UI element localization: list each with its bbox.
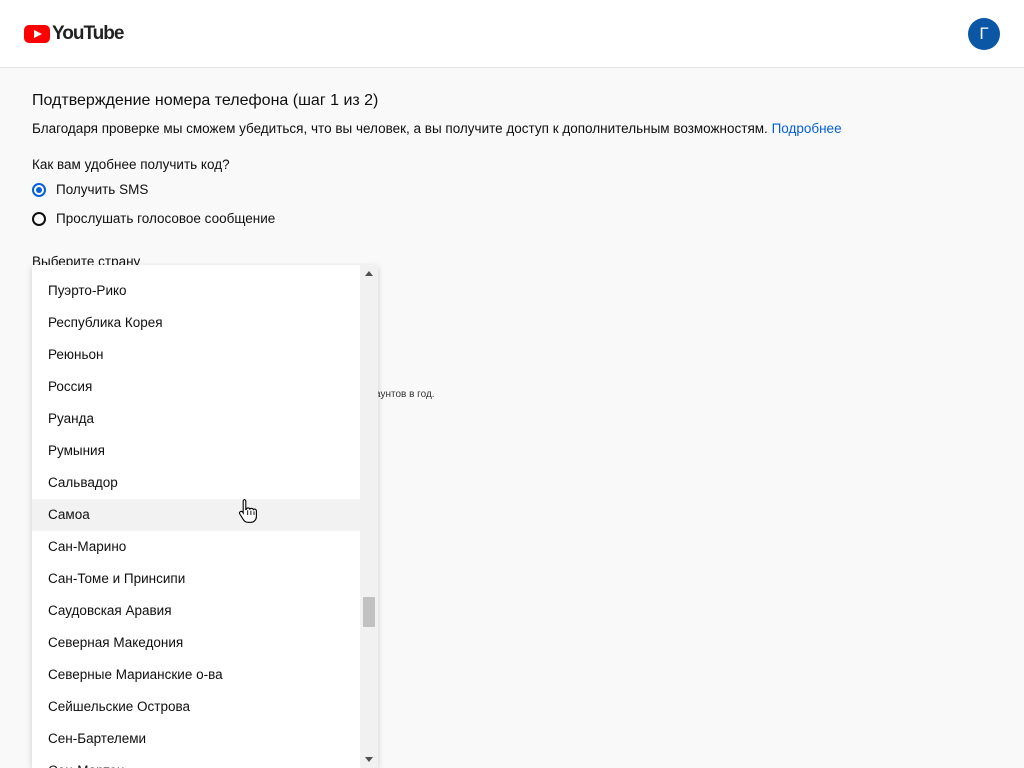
learn-more-link[interactable]: Подробнее xyxy=(772,121,842,136)
radio-voice-indicator[interactable] xyxy=(32,211,46,226)
country-options: Пуэрто-Рико Республика Корея Реюньон Россия… xyxy=(32,275,360,768)
radio-voice[interactable]: Прослушать голосовое сообщение xyxy=(32,211,275,226)
country-option[interactable]: Сан-Марино xyxy=(32,531,360,563)
country-option[interactable]: Пуэрто-Рико xyxy=(32,275,360,307)
country-option[interactable]: Руанда xyxy=(32,403,360,435)
country-option[interactable]: Республика Корея xyxy=(32,307,360,339)
description-text: Благодаря проверке мы сможем убедиться, … xyxy=(32,121,768,136)
code-method-question: Как вам удобнее получить код? xyxy=(32,157,230,172)
radio-sms[interactable]: Получить SMS xyxy=(32,182,148,197)
youtube-play-icon xyxy=(24,25,50,43)
dropdown-scrollbar[interactable] xyxy=(360,265,378,768)
youtube-logo[interactable]: YouTube xyxy=(24,22,124,46)
country-option[interactable]: Сальвадор xyxy=(32,467,360,499)
country-option[interactable]: Сан-Томе и Принсипи xyxy=(32,563,360,595)
country-option[interactable]: Северные Марианские о-ва xyxy=(32,659,360,691)
radio-sms-indicator[interactable] xyxy=(32,182,46,197)
avatar[interactable]: Г xyxy=(968,18,1000,50)
country-option[interactable]: Самоа xyxy=(32,499,360,531)
page-title: Подтверждение номера телефона (шаг 1 из … xyxy=(32,92,379,109)
country-dropdown-list[interactable]: Пуэрто-Рико Республика Корея Реюньон Россия… xyxy=(32,265,378,768)
country-select-label: Выберите страну xyxy=(32,254,141,265)
top-bar: YouTube Г xyxy=(0,0,1024,68)
description: Благодаря проверке мы сможем убедиться, … xyxy=(32,121,842,136)
scroll-up-arrow-icon[interactable] xyxy=(365,271,373,276)
country-option[interactable]: Саудовская Аравия xyxy=(32,595,360,627)
radio-sms-label: Получить SMS xyxy=(56,182,149,197)
scroll-down-arrow-icon[interactable] xyxy=(365,757,373,762)
country-option[interactable]: Реюньон xyxy=(32,339,360,371)
youtube-logo-text: YouTube xyxy=(52,23,124,44)
radio-voice-label: Прослушать голосовое сообщение xyxy=(56,211,276,226)
country-option[interactable]: Сейшельские Острова xyxy=(32,691,360,723)
country-option[interactable]: Россия xyxy=(32,371,360,403)
country-option[interactable]: Румыния xyxy=(32,435,360,467)
country-option[interactable]: Сен-Бартелеми xyxy=(32,723,360,755)
accounts-note-fragment: аунтов в год. xyxy=(375,389,435,400)
hand-pointer-cursor-icon xyxy=(238,498,257,523)
country-option[interactable]: Сен-Мартен xyxy=(32,755,360,768)
country-option[interactable]: Северная Македония xyxy=(32,627,360,659)
scroll-thumb[interactable] xyxy=(363,597,375,627)
